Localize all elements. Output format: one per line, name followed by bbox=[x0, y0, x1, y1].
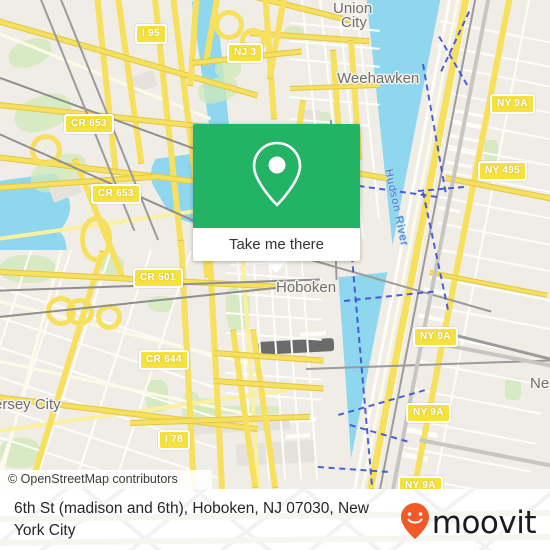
place-label-weehawken: Weehawken bbox=[337, 70, 420, 87]
road-shield-cr644[interactable]: CR 644 bbox=[139, 350, 189, 370]
address-text: 6th St (madison and 6th), Hoboken, NJ 07… bbox=[14, 499, 369, 539]
moovit-smiley-pin-icon bbox=[400, 502, 430, 545]
road-shield-ny9a-b[interactable]: NY 9A bbox=[413, 327, 458, 347]
road-shield-cr501[interactable]: CR 501 bbox=[133, 268, 183, 288]
take-me-there-label: Take me there bbox=[228, 236, 325, 253]
road-shield-ny9a-c[interactable]: NY 9A bbox=[406, 403, 451, 423]
callout-header bbox=[193, 124, 360, 228]
place-label-city: City bbox=[341, 14, 367, 31]
road-shield-i95[interactable]: I 95 bbox=[135, 24, 167, 44]
highway-loop bbox=[214, 10, 244, 40]
map-share-card: Hudson River Union City Weehawken Hoboke… bbox=[0, 0, 550, 550]
road-shield-nj3[interactable]: NJ 3 bbox=[227, 43, 264, 63]
road-shield-ny9a-a[interactable]: NY 9A bbox=[490, 94, 535, 114]
place-label-hoboken: Hoboken bbox=[276, 279, 337, 296]
highway-loop bbox=[80, 216, 112, 262]
map-pin-icon bbox=[249, 139, 305, 214]
road-shield-ny9a-d[interactable]: NY 9A bbox=[398, 476, 443, 489]
road-shield-ny495[interactable]: NY 495 bbox=[478, 161, 527, 181]
highway-loop bbox=[96, 304, 122, 330]
footer-bar: 6th St (madison and 6th), Hoboken, NJ 07… bbox=[0, 489, 550, 550]
road-shield-cr653-b[interactable]: CR 653 bbox=[91, 184, 141, 204]
moovit-logo[interactable]: moovit bbox=[400, 502, 537, 545]
take-me-there-button[interactable]: Take me there bbox=[193, 228, 360, 261]
road-shield-i78[interactable]: I 78 bbox=[158, 430, 190, 450]
place-label-jersey-city: ersey City bbox=[0, 396, 61, 413]
highway-loop bbox=[66, 298, 94, 326]
moovit-wordmark: moovit bbox=[431, 505, 537, 541]
place-label-new-york: Ne bbox=[530, 375, 550, 392]
callout-pointer bbox=[265, 261, 287, 273]
road-shield-cr653-a[interactable]: CR 653 bbox=[64, 114, 114, 134]
map-attribution[interactable]: © OpenStreetMap contributors bbox=[0, 470, 212, 489]
location-callout[interactable]: Take me there bbox=[193, 124, 360, 273]
park bbox=[484, 140, 498, 162]
